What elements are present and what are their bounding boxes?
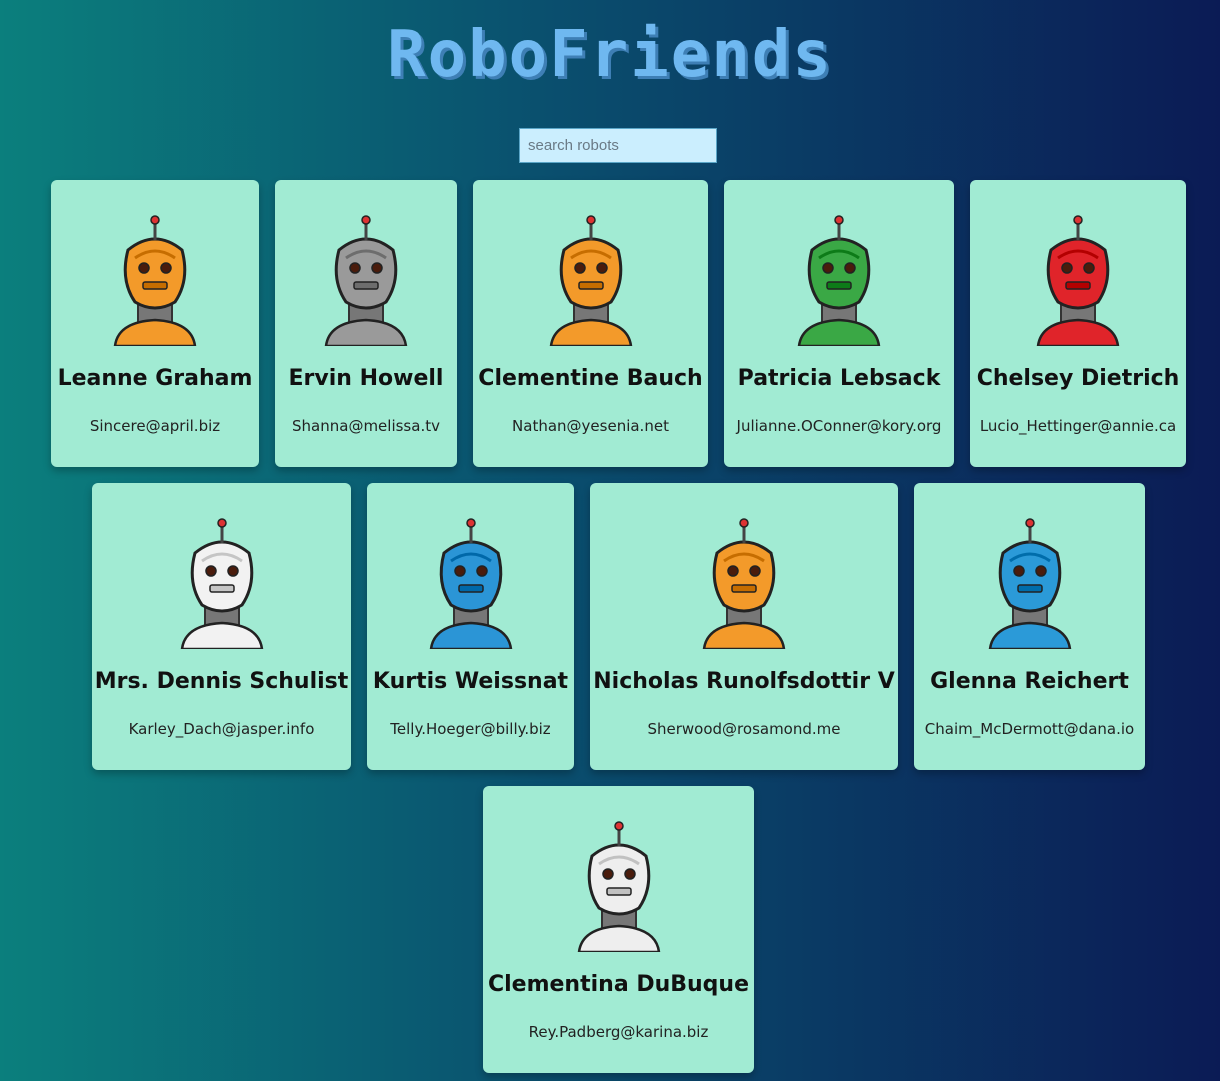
robot-email: Chaim_McDermott@dana.io (924, 720, 1135, 738)
robot-name: Nicholas Runolfsdottir V (593, 669, 895, 694)
robot-name: Leanne Graham (57, 366, 253, 391)
robot-email: Julianne.OConner@kory.org (736, 417, 942, 435)
search-input[interactable] (519, 128, 717, 163)
robot-email: Sherwood@rosamond.me (647, 720, 841, 738)
robot-avatar (797, 215, 881, 346)
robot-email: Lucio_Hettinger@annie.ca (979, 417, 1177, 435)
robot-card[interactable]: Kurtis Weissnat Telly.Hoeger@billy.biz (367, 483, 574, 770)
robot-card[interactable]: Nicholas Runolfsdottir V Sherwood@rosamo… (590, 483, 898, 770)
robot-name: Chelsey Dietrich (976, 366, 1180, 391)
robot-avatar (429, 518, 512, 649)
robot-avatar (180, 518, 263, 649)
robot-card[interactable]: Glenna Reichert Chaim_McDermott@dana.io (914, 483, 1145, 770)
robofriends-app: RoboFriends Leanne Graham Sincere@april.… (0, 0, 1220, 1081)
robot-card[interactable]: Patricia Lebsack Julianne.OConner@kory.o… (724, 180, 954, 467)
robot-name: Clementine Bauch (478, 366, 703, 391)
robot-email: Nathan@yesenia.net (512, 417, 669, 435)
robot-card[interactable]: Chelsey Dietrich Lucio_Hettinger@annie.c… (970, 180, 1186, 467)
robot-card[interactable]: Clementine Bauch Nathan@yesenia.net (473, 180, 708, 467)
robot-email: Sincere@april.biz (89, 417, 221, 435)
robot-card[interactable]: Ervin Howell Shanna@melissa.tv (275, 180, 457, 467)
page-title: RoboFriends (387, 18, 833, 92)
robot-name: Glenna Reichert (930, 669, 1129, 694)
robot-avatar (577, 821, 660, 952)
robot-avatar (324, 215, 408, 346)
robot-email: Karley_Dach@jasper.info (128, 720, 315, 738)
robot-name: Kurtis Weissnat (372, 669, 569, 694)
robot-avatar (988, 518, 1071, 649)
robot-card[interactable]: Leanne Graham Sincere@april.biz (51, 180, 259, 467)
robot-avatar (113, 215, 197, 346)
robot-card[interactable]: Mrs. Dennis Schulist Karley_Dach@jasper.… (92, 483, 351, 770)
robot-name: Patricia Lebsack (737, 366, 941, 391)
robot-email: Rey.Padberg@karina.biz (528, 1023, 709, 1041)
robot-name: Mrs. Dennis Schulist (94, 669, 349, 694)
robot-name: Clementina DuBuque (487, 972, 750, 997)
robot-name: Ervin Howell (288, 366, 444, 391)
robot-email: Telly.Hoeger@billy.biz (390, 720, 551, 738)
robot-email: Shanna@melissa.tv (292, 417, 440, 435)
robot-avatar (702, 518, 786, 649)
robot-avatar (1036, 215, 1120, 346)
robot-card[interactable]: Clementina DuBuque Rey.Padberg@karina.bi… (483, 786, 754, 1073)
robot-avatar (549, 215, 632, 346)
